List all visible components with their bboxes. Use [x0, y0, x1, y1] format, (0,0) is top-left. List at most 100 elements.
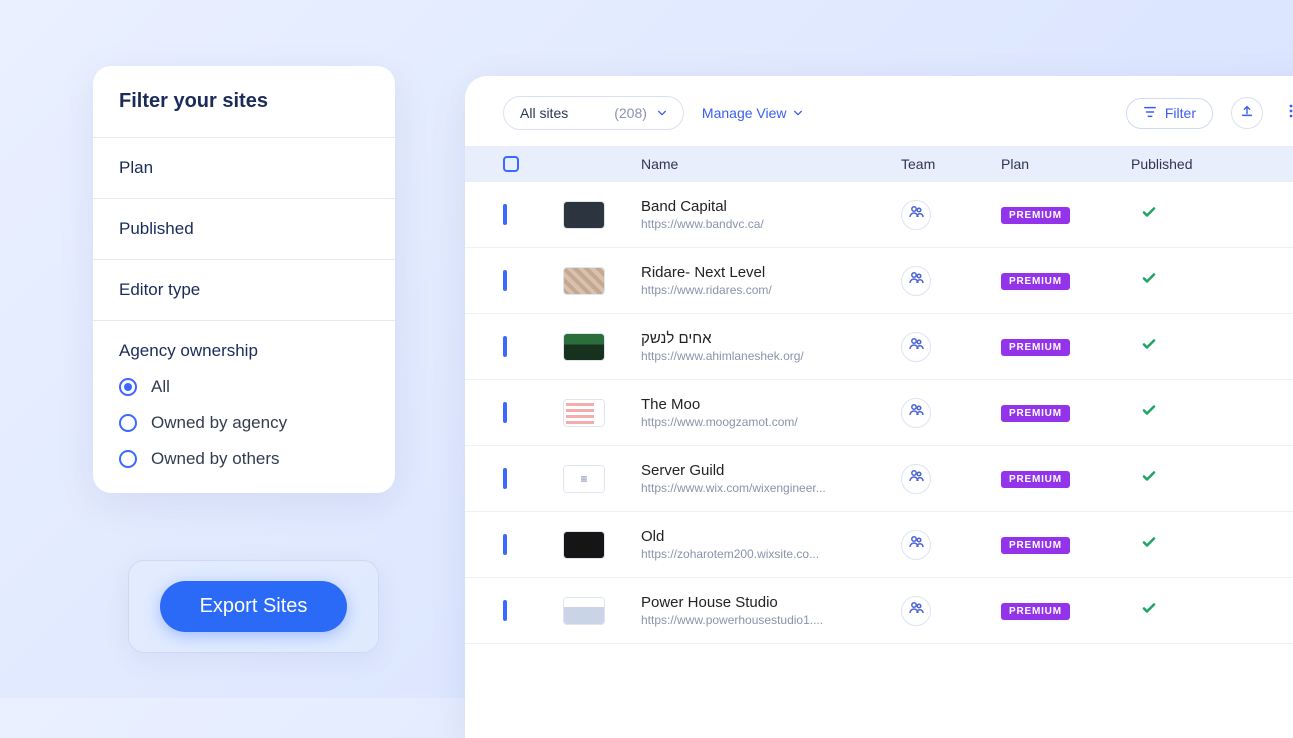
team-icon [908, 270, 924, 291]
row-checkbox[interactable] [503, 336, 507, 357]
last-updated: Oct 14 [1251, 207, 1293, 223]
table-row: The Moo https://www.moogzamot.com/ PREMI… [465, 380, 1293, 446]
check-icon [1141, 537, 1157, 554]
filter-published-label: Published [119, 219, 369, 239]
filter-button-label: Filter [1165, 105, 1196, 121]
filter-panel: Filter your sites Plan Published Editor … [93, 66, 395, 493]
panel-toolbar: All sites (208) Manage View Filter [465, 76, 1293, 146]
row-checkbox[interactable] [503, 402, 507, 423]
plan-badge: PREMIUM [1001, 471, 1070, 488]
table-row: Power House Studio https://www.powerhous… [465, 578, 1293, 644]
plan-badge: PREMIUM [1001, 537, 1070, 554]
check-icon [1141, 273, 1157, 290]
table-row: Band Capital https://www.bandvc.ca/ PREM… [465, 182, 1293, 248]
export-sites-button[interactable]: Export Sites [160, 581, 348, 632]
row-checkbox[interactable] [503, 468, 507, 489]
table-row: אחים לנשק https://www.ahimlaneshek.org/ … [465, 314, 1293, 380]
filter-section-ownership: Agency ownership All Owned by agency Own… [93, 321, 395, 493]
sites-count: (208) [614, 105, 647, 121]
site-url[interactable]: https://www.moogzamot.com/ [641, 415, 841, 429]
chevron-down-icon [793, 108, 803, 118]
plan-badge: PREMIUM [1001, 207, 1070, 224]
team-button[interactable] [901, 464, 931, 494]
plan-badge: PREMIUM [1001, 273, 1070, 290]
check-icon [1141, 339, 1157, 356]
published-status [1131, 270, 1251, 291]
ownership-option-all[interactable]: All [119, 377, 369, 397]
export-container: Export Sites [128, 560, 379, 653]
last-updated: Oct 11, [1251, 405, 1293, 421]
row-checkbox[interactable] [503, 600, 507, 621]
filter-section-plan[interactable]: Plan [93, 138, 395, 199]
column-plan[interactable]: Plan [1001, 156, 1131, 172]
team-button[interactable] [901, 398, 931, 428]
check-icon [1141, 603, 1157, 620]
select-all-checkbox[interactable] [503, 156, 519, 172]
site-thumbnail[interactable] [563, 465, 605, 493]
manage-view-label: Manage View [702, 105, 787, 121]
site-name[interactable]: Server Guild [641, 462, 889, 479]
export-icon-button[interactable] [1231, 97, 1263, 129]
filter-button[interactable]: Filter [1126, 98, 1213, 129]
check-icon [1141, 405, 1157, 422]
team-button[interactable] [901, 596, 931, 626]
site-url[interactable]: https://www.wix.com/wixengineer... [641, 481, 841, 495]
filter-editor-label: Editor type [119, 280, 369, 300]
plan-badge: PREMIUM [1001, 339, 1070, 356]
table-row: Server Guild https://www.wix.com/wixengi… [465, 446, 1293, 512]
team-button[interactable] [901, 200, 931, 230]
team-button[interactable] [901, 266, 931, 296]
site-url[interactable]: https://zoharotem200.wixsite.co... [641, 547, 841, 561]
radio-icon [119, 450, 137, 468]
site-url[interactable]: https://www.ridares.com/ [641, 283, 841, 297]
row-checkbox[interactable] [503, 270, 507, 291]
team-button[interactable] [901, 530, 931, 560]
site-thumbnail[interactable] [563, 531, 605, 559]
filter-section-published[interactable]: Published [93, 199, 395, 260]
site-name[interactable]: Old [641, 528, 889, 545]
team-button[interactable] [901, 332, 931, 362]
published-status [1131, 402, 1251, 423]
site-name[interactable]: Power House Studio [641, 594, 889, 611]
site-thumbnail[interactable] [563, 597, 605, 625]
filter-plan-label: Plan [119, 158, 369, 178]
filter-section-editor[interactable]: Editor type [93, 260, 395, 321]
published-status [1131, 204, 1251, 225]
ownership-option-others[interactable]: Owned by others [119, 449, 369, 469]
column-team[interactable]: Team [901, 156, 1001, 172]
manage-view-link[interactable]: Manage View [702, 105, 803, 121]
site-name[interactable]: Ridare- Next Level [641, 264, 889, 281]
column-name[interactable]: Name [641, 156, 901, 172]
site-name[interactable]: The Moo [641, 396, 889, 413]
site-thumbnail[interactable] [563, 267, 605, 295]
team-icon [908, 468, 924, 489]
site-thumbnail[interactable] [563, 399, 605, 427]
filter-icon [1143, 105, 1157, 122]
site-url[interactable]: https://www.bandvc.ca/ [641, 217, 841, 231]
site-url[interactable]: https://www.powerhousestudio1.... [641, 613, 841, 627]
filter-ownership-label: Agency ownership [119, 341, 369, 361]
column-published[interactable]: Published [1131, 156, 1251, 172]
more-vertical-icon [1289, 104, 1293, 123]
row-checkbox[interactable] [503, 204, 507, 225]
radio-label: Owned by others [151, 449, 280, 469]
column-updated[interactable]: Last up [1251, 156, 1293, 172]
check-icon [1141, 471, 1157, 488]
published-status [1131, 468, 1251, 489]
site-url[interactable]: https://www.ahimlaneshek.org/ [641, 349, 841, 363]
radio-label: Owned by agency [151, 413, 287, 433]
site-thumbnail[interactable] [563, 201, 605, 229]
more-icon-button[interactable] [1281, 97, 1293, 129]
radio-icon [119, 378, 137, 396]
site-name[interactable]: אחים לנשק [641, 330, 889, 347]
last-updated: Oct 10 [1251, 471, 1293, 487]
sites-dropdown[interactable]: All sites (208) [503, 96, 684, 130]
row-checkbox[interactable] [503, 534, 507, 555]
upload-icon [1240, 104, 1254, 123]
site-name[interactable]: Band Capital [641, 198, 889, 215]
ownership-option-agency[interactable]: Owned by agency [119, 413, 369, 433]
filter-title: Filter your sites [93, 66, 395, 138]
team-icon [908, 402, 924, 423]
site-thumbnail[interactable] [563, 333, 605, 361]
team-icon [908, 600, 924, 621]
